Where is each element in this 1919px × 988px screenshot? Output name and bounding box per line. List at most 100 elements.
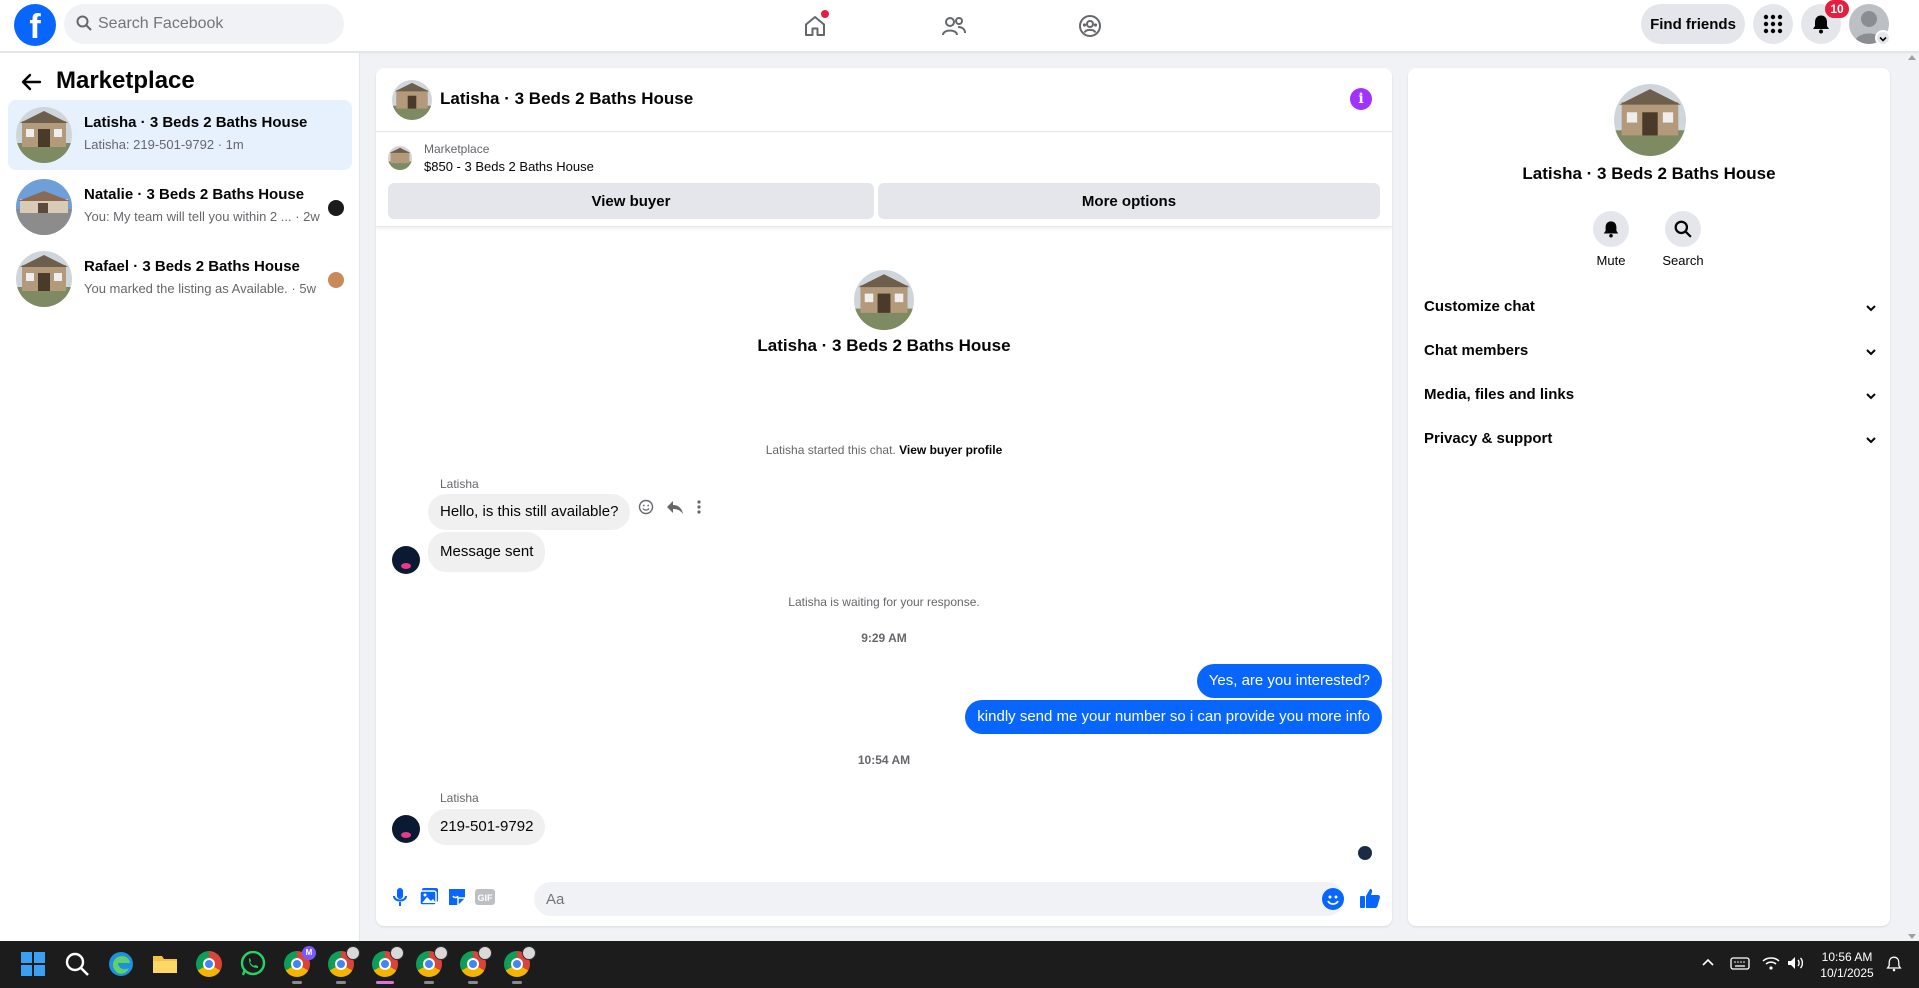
top-navigation-bar: f Find friends 10: [0, 0, 1919, 52]
chrome-profile-icon[interactable]: [460, 946, 492, 977]
tray-chevron-up-icon[interactable]: [1700, 955, 1726, 981]
react-emoji-icon[interactable]: [638, 499, 654, 520]
conversation-item-latisha[interactable]: Latisha · 3 Beds 2 Baths House Latisha: …: [8, 100, 352, 170]
chat-details-panel: Latisha · 3 Beds 2 Baths House Mute Sear…: [1408, 68, 1890, 926]
keyboard-icon[interactable]: [1730, 955, 1756, 981]
conversation-title: Natalie · 3 Beds 2 Baths House: [84, 186, 305, 203]
view-buyer-profile-link[interactable]: View buyer profile: [899, 443, 1002, 457]
chevron-down-icon: [1866, 349, 1876, 356]
conversation-item-rafael[interactable]: Rafael · 3 Beds 2 Baths House You marked…: [8, 244, 352, 314]
windows-start-icon[interactable]: [20, 951, 46, 977]
more-vertical-icon[interactable]: [696, 499, 702, 520]
details-avatar[interactable]: [1614, 84, 1686, 156]
section-privacy-support[interactable]: Privacy & support: [1408, 418, 1890, 462]
nav-friends[interactable]: [933, 6, 973, 46]
search-icon: [76, 15, 92, 36]
chrome-profile-icon[interactable]: [416, 946, 448, 977]
reply-icon[interactable]: [666, 499, 684, 520]
chat-panel: Latisha · 3 Beds 2 Baths House i Marketp…: [376, 68, 1392, 926]
incoming-message[interactable]: 219-501-9792: [428, 809, 546, 845]
more-options-button[interactable]: More options: [878, 183, 1380, 219]
outgoing-message[interactable]: Yes, are you interested?: [1196, 664, 1382, 698]
chat-title[interactable]: Latisha · 3 Beds 2 Baths House: [440, 89, 693, 109]
thumbs-up-icon[interactable]: [1358, 886, 1382, 915]
section-chat-members[interactable]: Chat members: [1408, 330, 1890, 374]
edge-browser-icon[interactable]: [108, 951, 134, 977]
scroll-down-arrow-icon[interactable]: [1908, 934, 1916, 939]
taskbar-search-icon[interactable]: [64, 951, 90, 977]
outgoing-message[interactable]: kindly send me your number so i can prov…: [965, 700, 1382, 734]
bell-icon: [1813, 15, 1829, 34]
search-input[interactable]: [98, 4, 334, 44]
emoji-icon[interactable]: [1322, 888, 1344, 910]
notification-bell-icon[interactable]: [1886, 955, 1912, 981]
chevron-down-icon: [1879, 36, 1887, 42]
search-box[interactable]: [64, 4, 344, 44]
search-icon: [1674, 220, 1692, 238]
timestamp: 10:54 AM: [857, 753, 911, 767]
view-buyer-button[interactable]: View buyer: [388, 183, 874, 219]
microphone-icon[interactable]: [390, 886, 410, 913]
message-input[interactable]: [534, 882, 1344, 916]
conversation-preview: You marked the listing as Available. · 5…: [84, 281, 316, 296]
chat-started-text: Latisha started this chat.: [765, 443, 896, 457]
menu-button[interactable]: [1753, 4, 1793, 44]
listing-source: Marketplace: [424, 142, 490, 156]
groups-icon: [1079, 15, 1101, 37]
details-name: Latisha · 3 Beds 2 Baths House: [1522, 164, 1776, 183]
gif-icon[interactable]: GIF: [474, 888, 496, 911]
chevron-down-icon: [1866, 437, 1876, 444]
info-icon[interactable]: i: [1350, 88, 1372, 110]
clock-date: 10/1/2025: [1820, 966, 1874, 980]
chevron-down-icon: [1866, 393, 1876, 400]
conversation-preview: Latisha: 219-501-9792 · 1m: [84, 137, 244, 152]
seen-avatar: [328, 272, 344, 288]
file-explorer-icon[interactable]: [152, 951, 178, 977]
running-indicator: [336, 981, 346, 984]
back-arrow-icon[interactable]: [20, 71, 42, 98]
conversation-item-natalie[interactable]: Natalie · 3 Beds 2 Baths House You: My t…: [8, 172, 352, 242]
sticker-icon[interactable]: [446, 886, 468, 913]
listing-price-title[interactable]: $850 - 3 Beds 2 Baths House: [424, 159, 594, 174]
chrome-profile-icon[interactable]: [328, 946, 360, 977]
incoming-message[interactable]: Message sent: [428, 532, 546, 572]
listing-thumbnail: [16, 251, 72, 307]
system-clock[interactable]: 10:56 AM 10/1/2025: [1812, 949, 1882, 981]
marketplace-inbox: Marketplace Latisha · 3 Beds 2 Baths Hou…: [0, 53, 360, 941]
section-media-files-links[interactable]: Media, files and links: [1408, 374, 1890, 418]
search-in-chat-button[interactable]: Search: [1653, 211, 1713, 268]
running-indicator: [292, 981, 302, 984]
chrome-icon[interactable]: [196, 951, 222, 977]
home-notification-dot: [821, 10, 829, 18]
photo-icon[interactable]: [418, 886, 440, 913]
chat-avatar[interactable]: [392, 80, 432, 120]
chrome-profile-icon[interactable]: M: [284, 946, 316, 977]
account-menu-chevron[interactable]: [1875, 30, 1891, 46]
sender-avatar[interactable]: [392, 815, 420, 843]
clock-time: 10:56 AM: [1821, 950, 1873, 964]
volume-icon[interactable]: [1786, 955, 1812, 981]
grid-menu-icon: [1763, 14, 1783, 34]
nav-home[interactable]: [795, 6, 835, 46]
sender-avatar[interactable]: [392, 546, 420, 574]
section-title: Customize chat: [1424, 298, 1535, 315]
wifi-icon[interactable]: [1762, 955, 1788, 981]
chat-started-notice: Latisha started this chat. View buyer pr…: [376, 443, 1392, 457]
chrome-profile-icon[interactable]: [504, 946, 536, 977]
conversation-title: Rafael · 3 Beds 2 Baths House: [84, 258, 300, 275]
chrome-profile-icon-active[interactable]: [372, 946, 404, 977]
scroll-up-arrow-icon[interactable]: [1908, 55, 1916, 60]
page-scrollbar[interactable]: [1905, 53, 1919, 941]
whatsapp-icon[interactable]: [240, 950, 266, 977]
conversation-title: Latisha · 3 Beds 2 Baths House: [84, 114, 308, 131]
section-customize-chat[interactable]: Customize chat: [1408, 286, 1890, 330]
nav-groups[interactable]: [1070, 6, 1110, 46]
conversation-preview: You: My team will tell you within 2 ... …: [84, 209, 320, 224]
timestamp: 9:29 AM: [861, 631, 907, 645]
intro-name: Latisha · 3 Beds 2 Baths House: [757, 336, 1011, 355]
profile-badge-icon: [434, 946, 448, 960]
incoming-message[interactable]: Hello, is this still available?: [428, 494, 631, 530]
find-friends-button[interactable]: Find friends: [1641, 4, 1745, 44]
mute-button[interactable]: Mute: [1581, 211, 1641, 268]
facebook-logo[interactable]: f: [14, 4, 56, 46]
